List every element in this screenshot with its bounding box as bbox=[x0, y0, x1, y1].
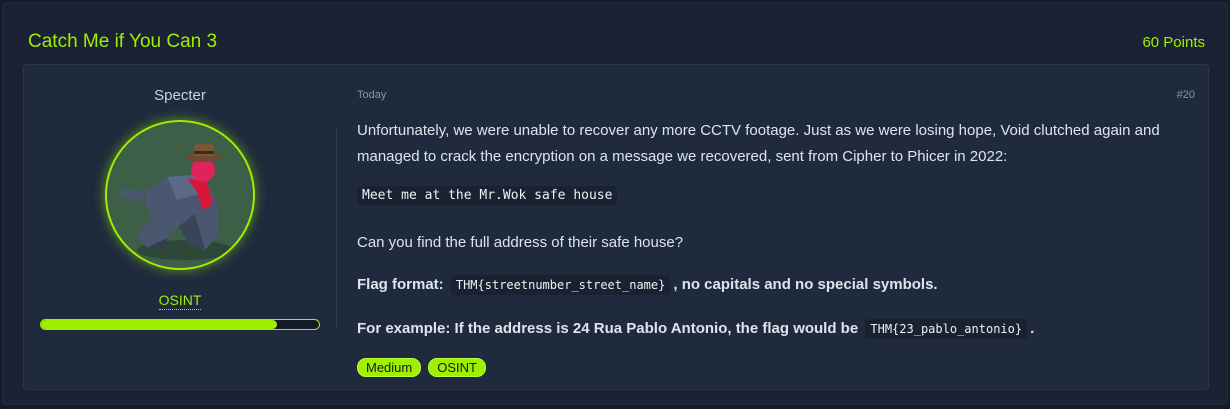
example-suffix: . bbox=[1030, 320, 1035, 337]
post-paragraph-question: Can you find the full address of their s… bbox=[357, 234, 684, 251]
post-card: Specter OSINT Today #20 Unfortunately, w… bbox=[23, 64, 1209, 390]
example-prefix: For example: If the address is 24 Rua Pa… bbox=[357, 320, 859, 337]
flag-format-label: Flag format: bbox=[357, 276, 444, 293]
spy-avatar-icon bbox=[107, 122, 253, 268]
challenge-title: Catch Me if You Can 3 bbox=[28, 31, 218, 52]
example-line: For example: If the address is 24 Rua Pa… bbox=[357, 316, 1177, 342]
flag-format-suffix: , no capitals and no special symbols. bbox=[673, 276, 938, 293]
avatar[interactable] bbox=[105, 120, 255, 270]
flag-format-code: THM{streetnumber_street_name} bbox=[450, 275, 671, 295]
author-name[interactable]: Specter bbox=[24, 87, 336, 104]
tag-difficulty[interactable]: Medium bbox=[357, 358, 422, 377]
category-link[interactable]: OSINT bbox=[158, 292, 202, 310]
code-message: Meet me at the Mr.Wok safe house bbox=[357, 186, 618, 205]
divider bbox=[336, 128, 337, 328]
post-number-link[interactable]: #20 bbox=[1177, 89, 1195, 101]
challenge-panel: Catch Me if You Can 3 60 Points Specter bbox=[2, 2, 1228, 405]
rank-progress-bar bbox=[40, 319, 320, 330]
post-body: Today #20 Unfortunately, we were unable … bbox=[357, 65, 1195, 389]
author-panel: Specter OSINT bbox=[24, 65, 336, 389]
post-date: Today bbox=[357, 89, 387, 101]
post-paragraph-intro: Unfortunately, we were unable to recover… bbox=[357, 122, 1160, 165]
flag-format-line: Flag format: THM{streetnumber_street_nam… bbox=[357, 272, 1177, 298]
tag-category[interactable]: OSINT bbox=[428, 358, 486, 377]
example-code: THM{23_pablo_antonio} bbox=[865, 319, 1028, 339]
challenge-points: 60 Points bbox=[1142, 34, 1205, 51]
tag-list: Medium OSINT bbox=[357, 358, 486, 377]
rank-progress-fill bbox=[41, 320, 278, 329]
